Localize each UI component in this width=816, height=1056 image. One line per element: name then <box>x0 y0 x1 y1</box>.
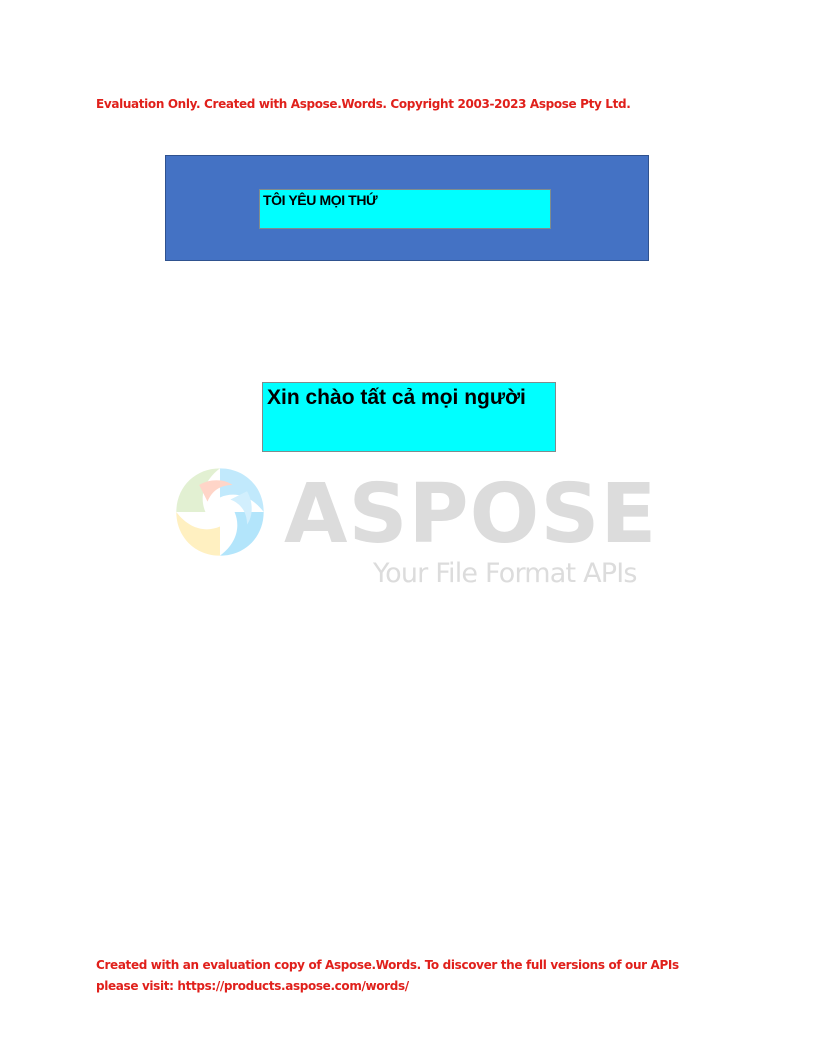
footer-line-2: please visit: https://products.aspose.co… <box>96 979 409 993</box>
watermark-word: ASPOSE <box>284 467 658 562</box>
aspose-watermark: ASPOSE Your File Format APIs <box>168 460 656 595</box>
text-box-2: Xin chào tất cả mọi người <box>262 382 556 452</box>
evaluation-notice-footer: Created with an evaluation copy of Aspos… <box>96 955 736 997</box>
text-box-1: TÔI YÊU MỌI THỨ <box>259 189 551 229</box>
watermark-tagline: Your File Format APIs <box>373 558 638 589</box>
footer-line-1: Created with an evaluation copy of Aspos… <box>96 958 679 972</box>
evaluation-notice-header: Evaluation Only. Created with Aspose.Wor… <box>96 97 631 111</box>
text-box-1-label: TÔI YÊU MỌI THỨ <box>263 192 378 208</box>
text-box-2-label: Xin chào tất cả mọi người <box>267 386 526 409</box>
aspose-swirl-icon <box>176 468 264 556</box>
